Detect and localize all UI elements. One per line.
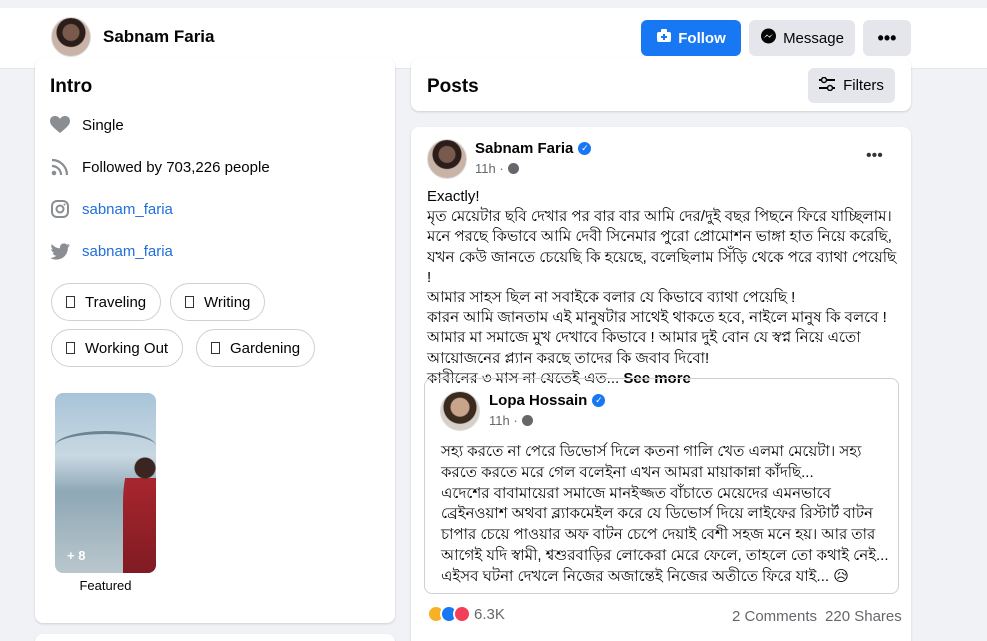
followers-count: 703,226: [166, 158, 221, 176]
featured-count: + 8: [67, 548, 86, 563]
hobby-icon: [211, 342, 220, 354]
globe-icon: [521, 415, 533, 426]
hobby-chip-gardening[interactable]: Gardening: [196, 329, 316, 367]
follow-button[interactable]: Follow: [641, 20, 741, 56]
shared-time-text[interactable]: 11h ·: [489, 413, 518, 428]
hobby-icon: [66, 296, 75, 308]
hobby-chip-traveling[interactable]: Traveling: [51, 283, 162, 321]
shared-author-name[interactable]: Lopa Hossain: [489, 392, 587, 409]
rss-icon: [50, 157, 70, 177]
message-label: Message: [783, 29, 844, 47]
follow-icon: [656, 29, 672, 47]
globe-icon: [507, 163, 519, 174]
hobby-label: Working Out: [85, 339, 169, 357]
filters-button[interactable]: Filters: [808, 68, 895, 103]
instagram-link[interactable]: sabnam_faria: [82, 201, 173, 218]
hobby-label: Traveling: [85, 293, 147, 311]
reaction-count: 6.3K: [474, 605, 505, 623]
twitter-link[interactable]: sabnam_faria: [82, 243, 173, 260]
reactions-summary[interactable]: 6.3K: [427, 605, 505, 623]
post-body: Exactly! মৃত মেয়েটার ছবি দেখার পর বার ব…: [427, 188, 897, 387]
profile-avatar[interactable]: [51, 17, 91, 57]
intro-title: Intro: [50, 76, 93, 97]
reaction-icons: [427, 605, 471, 623]
posts-header-card: Posts Filters: [411, 58, 911, 111]
post-author-avatar[interactable]: [427, 139, 467, 179]
hobby-chip-working-out[interactable]: Working Out: [51, 329, 184, 367]
followers-suffix: people: [220, 158, 270, 176]
more-icon: •••: [877, 27, 897, 48]
heart-icon: [50, 115, 70, 135]
posts-title: Posts: [427, 76, 479, 97]
shared-post[interactable]: Lopa Hossain ✓ 11h · সহ্য করতে না পেরে ড…: [424, 378, 899, 594]
shares-count[interactable]: 220 Shares: [825, 608, 902, 625]
next-card-edge: [35, 634, 395, 641]
post-stats: 2 Comments 220 Shares: [732, 608, 902, 625]
post-time-text[interactable]: 11h ·: [475, 161, 504, 176]
followers-prefix: Followed by: [82, 158, 167, 176]
intro-card: Intro Single Followed by 703,226 people …: [35, 58, 395, 623]
post-options-button[interactable]: •••: [866, 147, 883, 165]
intro-followers: Followed by 703,226 people: [50, 157, 270, 177]
post-timestamp: 11h ·: [475, 161, 519, 176]
intro-relationship: Single: [50, 115, 124, 135]
profile-more-button[interactable]: •••: [863, 20, 911, 56]
shared-author-avatar[interactable]: [440, 391, 480, 431]
shared-timestamp: 11h ·: [489, 413, 533, 428]
post-author-name[interactable]: Sabnam Faria: [475, 140, 573, 157]
hobby-label: Gardening: [230, 339, 301, 357]
post-text: Exactly! মৃত মেয়েটার ছবি দেখার পর বার ব…: [427, 187, 899, 389]
verified-badge-icon: ✓: [592, 394, 606, 407]
featured-label: Featured: [79, 578, 132, 593]
intro-instagram: sabnam_faria: [50, 199, 173, 219]
hobby-icon: [66, 342, 75, 354]
hobby-label: Writing: [204, 293, 251, 311]
instagram-icon: [50, 199, 70, 219]
message-button[interactable]: Message: [749, 20, 855, 56]
comments-count[interactable]: 2 Comments: [732, 608, 817, 625]
featured-image-person: [123, 453, 156, 573]
shared-post-text: সহ্য করতে না পেরে ডিভোর্স দিলে কতনা গালি…: [441, 443, 889, 585]
hobby-chip-writing[interactable]: Writing: [170, 283, 266, 321]
love-reaction-icon: [453, 605, 471, 623]
followers-text: Followed by 703,226 people: [82, 159, 270, 176]
featured-collection-thumbnail[interactable]: + 8: [55, 393, 156, 573]
messenger-icon: [760, 28, 777, 49]
hobby-icon: [185, 296, 194, 308]
filters-label: Filters: [843, 77, 884, 94]
shared-author: Lopa Hossain ✓: [489, 392, 606, 409]
post-author: Sabnam Faria ✓: [475, 140, 592, 157]
profile-name[interactable]: Sabnam Faria: [103, 27, 215, 47]
follow-label: Follow: [678, 29, 726, 47]
post-card: Sabnam Faria ✓ 11h · ••• Exactly! মৃত মে…: [411, 127, 911, 641]
intro-twitter: sabnam_faria: [50, 241, 173, 261]
relationship-status: Single: [82, 116, 124, 134]
twitter-icon: [50, 241, 70, 261]
verified-badge-icon: ✓: [578, 142, 592, 155]
filters-icon: [819, 76, 836, 95]
